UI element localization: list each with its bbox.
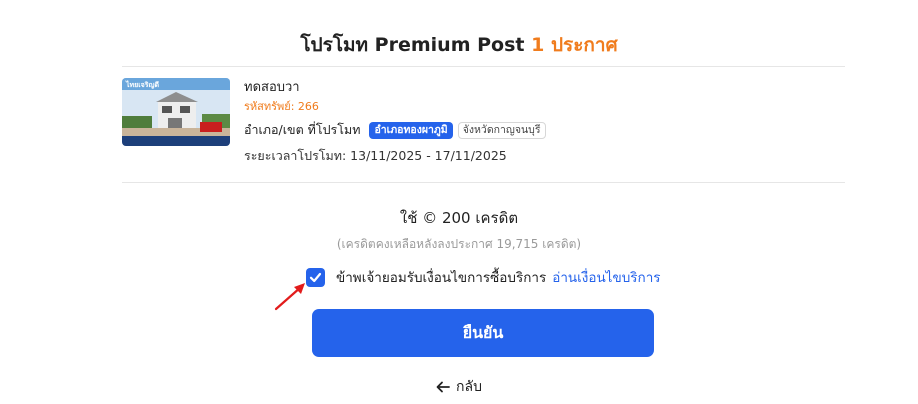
bottom-divider xyxy=(122,182,845,183)
page-title: โปรโมท Premium Post 1 ประกาศ xyxy=(0,30,918,60)
remaining-credit: (เครดิตคงเหลือหลังลงประกาศ 19,715 เครดิต… xyxy=(336,237,582,251)
title-text: โปรโมท Premium Post xyxy=(300,34,525,56)
back-link[interactable]: กลับ xyxy=(0,376,918,398)
thumbnail-overlay-text: ไทยเจริญดี xyxy=(125,80,159,89)
listing-name: ทดสอบวา xyxy=(244,80,300,95)
red-arrow-icon xyxy=(274,283,305,311)
credit-cost: ใช้ © 200 เครดิต xyxy=(399,209,519,227)
listing-thumbnail: ไทยเจริญดี xyxy=(122,78,230,146)
check-icon xyxy=(309,272,322,282)
promo-period: ระยะเวลาโปรโมท: 13/11/2025 - 17/11/2025 xyxy=(244,148,507,163)
listing-count: 1 ประกาศ xyxy=(531,34,618,56)
terms-link[interactable]: อ่านเงื่อนไขบริการ xyxy=(552,266,660,288)
area-label: อำเภอ/เขต ที่โปรโมท xyxy=(244,122,361,137)
agreement-text: ข้าพเจ้ายอมรับเงื่อนไขการซื้อบริการ xyxy=(336,270,547,286)
top-divider xyxy=(122,66,845,67)
listing-info: ทดสอบวา รหัสทรัพย์: 266 อำเภอ/เขต ที่โปร… xyxy=(244,78,546,165)
house-image: ไทยเจริญดี xyxy=(122,78,230,146)
arrow-left-icon xyxy=(436,381,450,393)
confirm-button[interactable]: ยืนยัน xyxy=(312,309,654,357)
district-tag: อำเภอทองผาภูมิ xyxy=(369,121,453,139)
promo-area-row: อำเภอ/เขต ที่โปรโมท อำเภอทองผาภูมิ จังหว… xyxy=(244,121,546,139)
listing-code: รหัสทรัพย์: 266 xyxy=(244,100,319,113)
agreement-row: ข้าพเจ้ายอมรับเงื่อนไขการซื้อบริการ อ่าน… xyxy=(306,266,661,288)
province-tag: จังหวัดกาญจนบุรี xyxy=(457,121,546,139)
back-label: กลับ xyxy=(456,379,482,395)
